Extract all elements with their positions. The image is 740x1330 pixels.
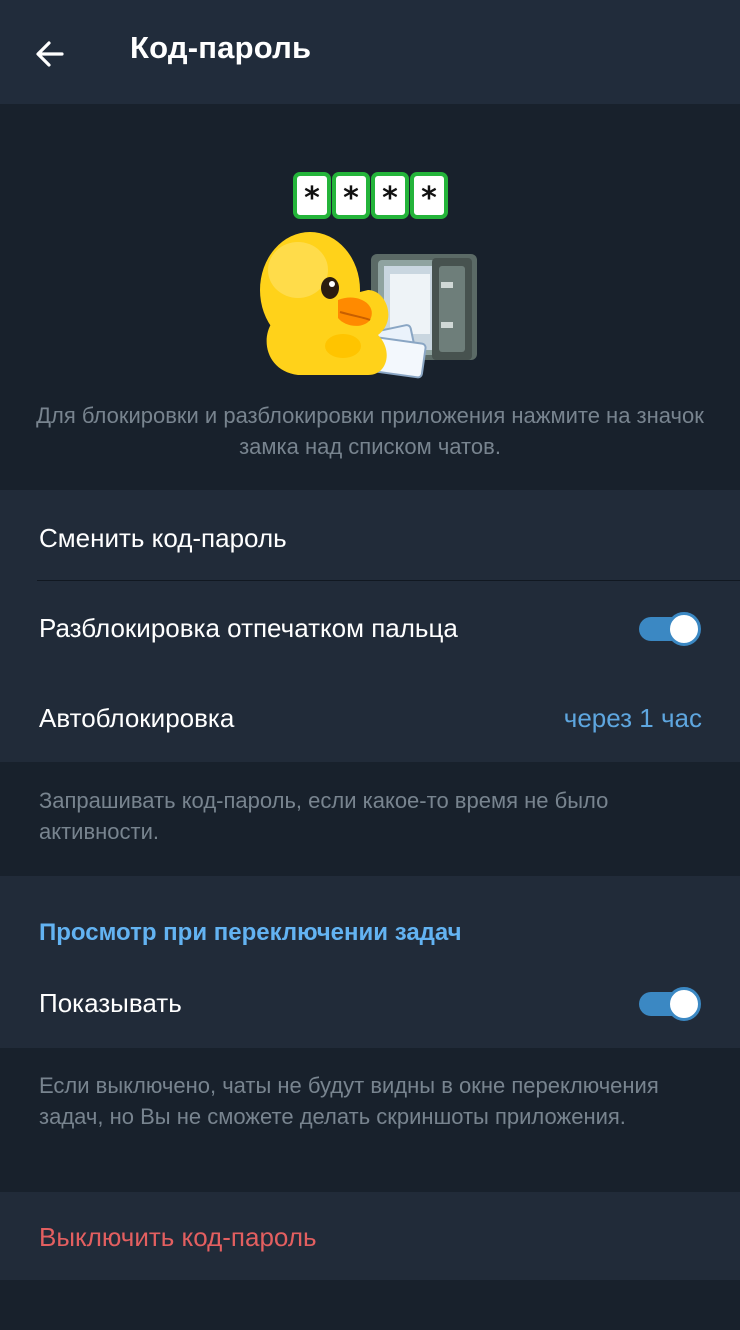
pin-char: * <box>382 181 398 216</box>
duck-with-safe-sticker: * * * * <box>260 172 477 379</box>
pin-char: * <box>343 181 359 216</box>
autolock-row[interactable]: Автоблокировка через 1 час <box>0 673 740 763</box>
autolock-value: через 1 час <box>563 702 702 733</box>
passcode-settings-section: Сменить код-пароль Разблокировка отпечат… <box>0 490 740 762</box>
pin-char: * <box>304 181 320 216</box>
fingerprint-unlock-row[interactable]: Разблокировка отпечатком пальца <box>0 583 740 673</box>
pin-boxes: * * * * <box>293 172 448 219</box>
arrow-left-icon <box>36 41 64 67</box>
pin-char: * <box>421 181 437 216</box>
show-in-switcher-label: Показывать <box>39 987 182 1018</box>
show-in-switcher-toggle[interactable] <box>639 987 701 1021</box>
divider <box>37 580 740 581</box>
duck-icon <box>260 232 389 375</box>
show-in-switcher-row[interactable]: Показывать <box>0 958 740 1048</box>
change-passcode-label: Сменить код-пароль <box>39 522 287 553</box>
toggle-knob <box>667 612 701 646</box>
task-switcher-hint: Если выключено, чаты не будут видны в ок… <box>39 1073 659 1129</box>
disable-passcode-label: Выключить код-пароль <box>39 1221 317 1252</box>
fingerprint-toggle[interactable] <box>639 612 701 646</box>
disable-passcode-button[interactable]: Выключить код-пароль <box>0 1192 740 1282</box>
task-switcher-section: Просмотр при переключении задач Показыва… <box>0 876 740 1048</box>
autolock-hint: Запрашивать код-пароль, если какое-то вр… <box>39 788 609 844</box>
page-title: Код-пароль <box>130 30 312 65</box>
task-switcher-header: Просмотр при переключении задач <box>39 919 462 946</box>
back-button[interactable] <box>20 24 80 84</box>
hero-description: Для блокировки и разблокировки приложени… <box>36 403 704 459</box>
passcode-settings-screen: Код-пароль * * * * Для блокировки и разб… <box>0 0 740 1330</box>
app-header: Код-пароль <box>0 0 740 104</box>
fingerprint-unlock-label: Разблокировка отпечатком пальца <box>39 612 458 643</box>
disable-passcode-section: Выключить код-пароль <box>0 1192 740 1280</box>
change-passcode-row[interactable]: Сменить код-пароль <box>0 493 740 583</box>
toggle-knob <box>667 987 701 1021</box>
passcode-hero: * * * * Для блокировки и разблокировки п… <box>0 104 740 490</box>
autolock-label: Автоблокировка <box>39 702 235 733</box>
